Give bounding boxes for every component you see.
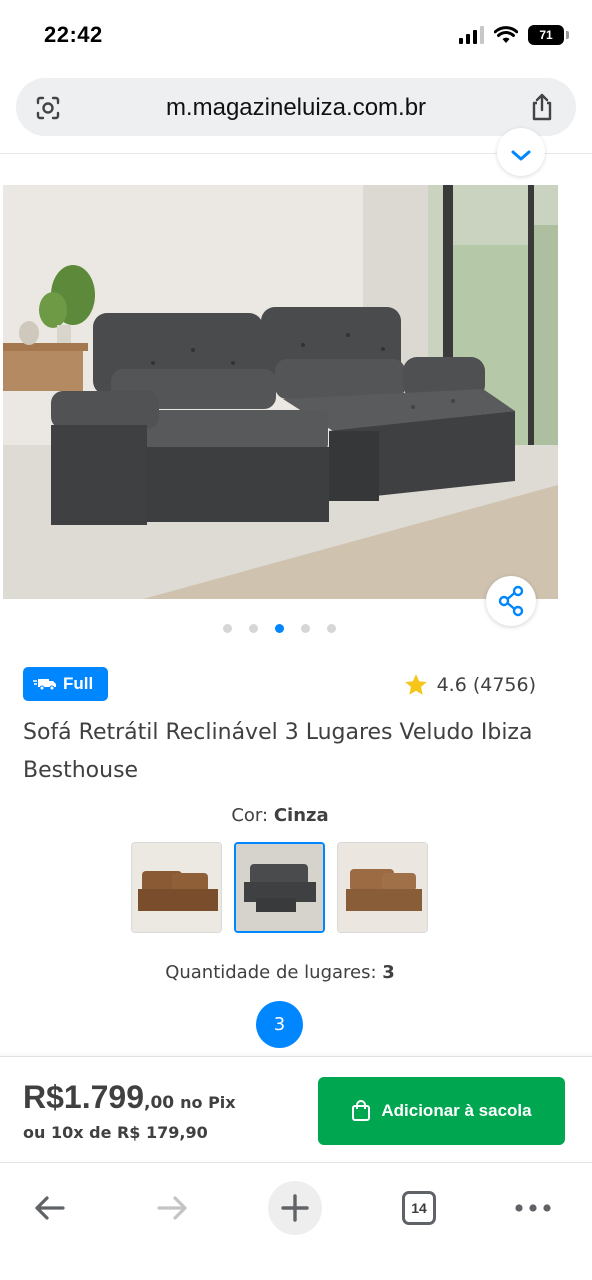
full-badge-label: Full: [63, 674, 94, 693]
carousel-dot[interactable]: [222, 624, 232, 633]
share-nodes-icon: [498, 585, 524, 617]
installments: ou 10x de R$ 179,90: [23, 1123, 208, 1142]
tabs-icon: 14: [402, 1191, 436, 1225]
product-title: Sofá Retrátil Reclinável 3 Lugares Velud…: [23, 720, 533, 783]
color-swatch-caramelo[interactable]: [337, 842, 428, 933]
color-label: Cor:: [231, 805, 269, 826]
favorite-button[interactable]: [497, 128, 545, 176]
color-value: Cinza: [273, 805, 329, 826]
price-main: R$1.799: [23, 1079, 144, 1115]
carousel-dot-active[interactable]: [274, 624, 284, 633]
tabs-button[interactable]: 14: [392, 1181, 446, 1235]
back-arrow-icon: [35, 1196, 65, 1220]
share-icon[interactable]: [528, 92, 556, 122]
back-button[interactable]: [22, 1181, 76, 1235]
address-bar[interactable]: m.magazineluiza.com.br: [16, 78, 576, 136]
status-bar: 22:42 71: [0, 0, 592, 70]
shopping-bag-icon: [352, 1100, 371, 1121]
carousel-dot[interactable]: [248, 624, 258, 633]
lens-icon[interactable]: [34, 94, 62, 122]
seats-value: 3: [382, 962, 395, 983]
full-badge: Full: [23, 667, 108, 701]
url-text[interactable]: m.magazineluiza.com.br: [76, 94, 516, 122]
forward-arrow-icon: [157, 1196, 187, 1220]
price: R$1.799 ,00 no Pix: [23, 1079, 236, 1116]
price-cents: ,00: [143, 1093, 175, 1113]
truck-icon: [33, 679, 56, 691]
plus-icon: [281, 1194, 309, 1222]
share-button[interactable]: [486, 576, 536, 626]
seat-option-3[interactable]: 3: [256, 1001, 303, 1048]
status-time: 22:42: [44, 22, 103, 47]
sofa-photo: [3, 185, 558, 599]
browser-toolbar: 14: [0, 1162, 592, 1280]
color-swatches: [131, 842, 428, 933]
carousel-dot[interactable]: [300, 624, 310, 633]
color-selector-label: Cor: Cinza: [0, 805, 560, 826]
rating-text: 4.6 (4756): [436, 674, 536, 696]
forward-button[interactable]: [146, 1181, 200, 1235]
more-button[interactable]: [506, 1181, 560, 1235]
add-to-bag-button[interactable]: Adicionar à sacola: [318, 1077, 565, 1145]
new-tab-button[interactable]: [268, 1181, 322, 1235]
color-swatch-marrom[interactable]: [131, 842, 222, 933]
product-rating[interactable]: 4.6 (4756): [403, 672, 536, 698]
status-icons: 71: [459, 25, 569, 45]
star-icon: [404, 674, 427, 695]
wifi-icon: [494, 26, 518, 43]
signal-icon: [459, 26, 484, 44]
image-carousel-dots[interactable]: [0, 624, 558, 633]
product-image[interactable]: [3, 185, 558, 599]
seats-label-text: Quantidade de lugares:: [165, 962, 377, 983]
price-method: no Pix: [180, 1093, 236, 1112]
more-icon: [515, 1204, 551, 1212]
seats-label: Quantidade de lugares: 3: [0, 962, 560, 983]
carousel-dot[interactable]: [326, 624, 336, 633]
chevron-down-icon: [511, 150, 531, 161]
color-swatch-cinza[interactable]: [234, 842, 325, 933]
battery-icon: 71: [528, 25, 569, 45]
purchase-bar: R$1.799 ,00 no Pix ou 10x de R$ 179,90 A…: [0, 1056, 592, 1162]
add-to-bag-label: Adicionar à sacola: [381, 1101, 532, 1120]
